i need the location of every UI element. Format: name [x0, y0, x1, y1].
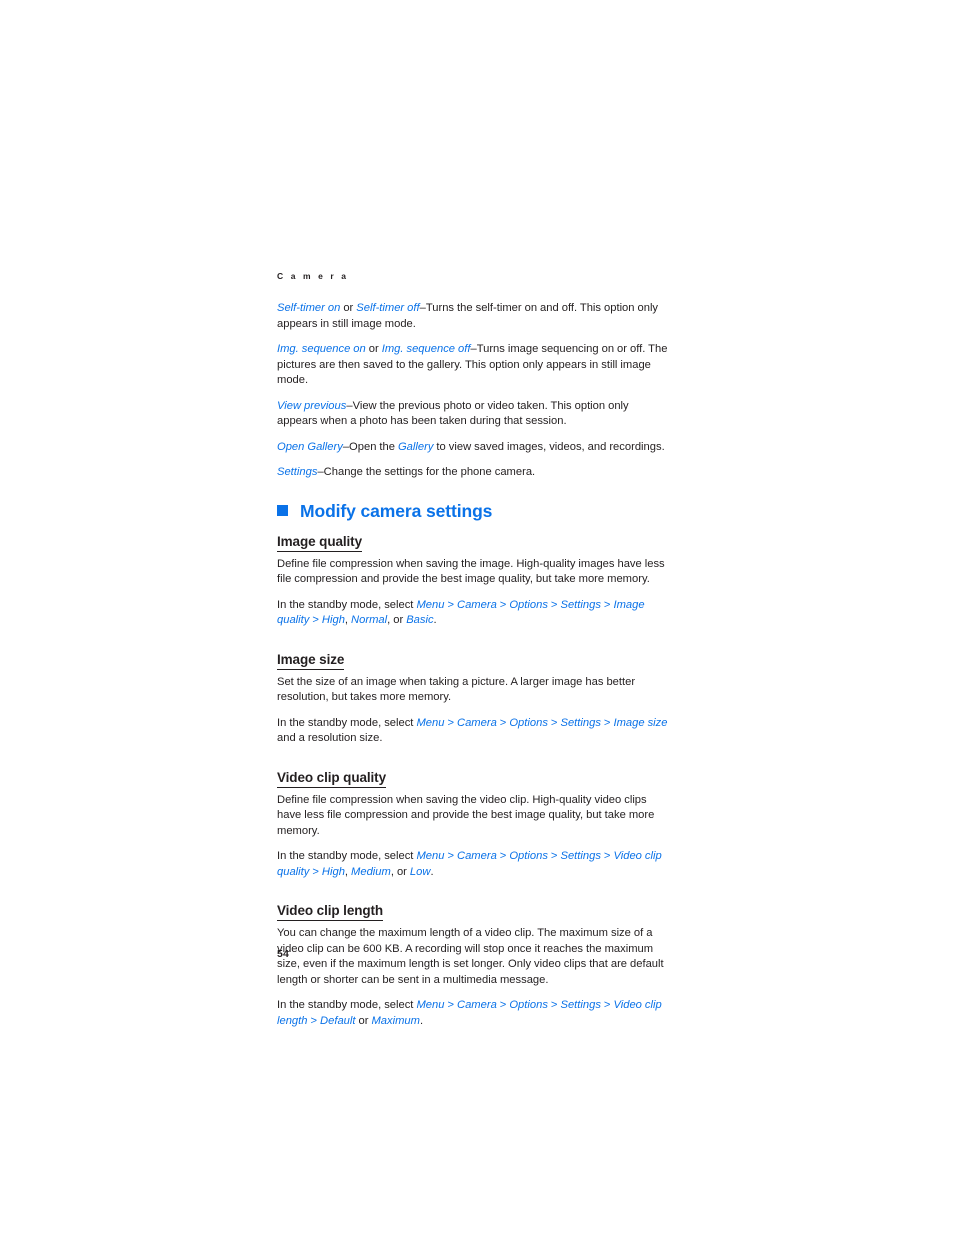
path-separator: > [309, 865, 322, 878]
option-term: Img. sequence off [381, 343, 471, 356]
path-step: Menu [416, 850, 445, 863]
path-step: Options [509, 598, 548, 611]
settings-section: Image quality Define file compression whe… [277, 530, 669, 629]
option-paragraph: Open Gallery–Open the Gallery to view sa… [277, 440, 665, 453]
path-step: Options [509, 716, 548, 729]
path-step: Settings [560, 850, 601, 863]
path-option: Normal [351, 614, 388, 627]
option-paragraph: Img. sequence on or Img. sequence off–Tu… [277, 343, 668, 387]
path-separator: > [496, 716, 510, 729]
navigation-path-image-quality: In the standby mode, select Menu > Camer… [277, 598, 645, 627]
path-separator: > [496, 598, 510, 611]
path-separator: > [496, 850, 510, 863]
square-bullet-icon [277, 504, 288, 516]
path-step: Options [509, 850, 548, 863]
path-separator: > [600, 716, 614, 729]
option-paragraph: View previous–View the previous photo or… [277, 399, 629, 428]
path-separator: > [309, 614, 322, 627]
path-option: High [321, 614, 345, 627]
path-option: High [321, 865, 345, 878]
path-separator: > [444, 598, 457, 611]
settings-section: Video clip length You can change the maxi… [277, 889, 669, 1029]
path-step: Camera [457, 598, 497, 611]
path-separator: > [600, 850, 614, 863]
path-step: Settings [560, 999, 601, 1012]
path-step: Camera [457, 716, 497, 729]
option-term: View previous [277, 399, 347, 412]
path-separator: > [600, 999, 614, 1012]
settings-section: Image size Set the size of an image when … [277, 638, 669, 747]
path-separator: > [444, 999, 457, 1012]
path-option: Low [409, 865, 431, 878]
path-step: Menu [416, 999, 445, 1012]
path-option: Maximum [371, 1014, 420, 1027]
page-content: C a m e r a Self-timer on or Self-timer … [277, 271, 669, 1038]
option-paragraph: Self-timer on or Self-timer off–Turns th… [277, 302, 659, 330]
path-step: Menu [416, 716, 445, 729]
subsection-body-video-clip-length: You can change the maximum length of a v… [277, 927, 664, 986]
path-separator: > [547, 850, 561, 863]
inline-ui-term: Gallery [397, 440, 434, 453]
path-step: Image size [613, 716, 668, 729]
settings-sections: Image quality Define file compression whe… [277, 530, 669, 1030]
subsection-title-video-clip-quality: Video clip quality [277, 770, 386, 788]
option-term: Self-timer on [277, 302, 341, 315]
option-term: Open Gallery [277, 440, 343, 453]
path-option: Default [320, 1014, 356, 1027]
running-header: C a m e r a [277, 271, 349, 281]
subsection-title-image-quality: Image quality [277, 534, 362, 552]
path-step: Settings [560, 716, 601, 729]
subsection-body-image-quality: Define file compression when saving the … [277, 557, 665, 586]
navigation-path-video-clip-quality: In the standby mode, select Menu > Camer… [277, 850, 662, 878]
path-option: Basic [406, 614, 434, 627]
navigation-path-video-clip-length: In the standby mode, select Menu > Camer… [277, 999, 662, 1027]
camera-options-list: Self-timer on or Self-timer off–Turns th… [277, 301, 669, 481]
subsection-body-video-clip-quality: Define file compression when saving the … [277, 793, 655, 837]
path-step: Settings [560, 598, 601, 611]
page-number: 54 [277, 948, 290, 960]
navigation-path-image-size: In the standby mode, select Menu > Camer… [277, 716, 668, 745]
option-term: Img. sequence on [277, 343, 366, 356]
path-step: Camera [457, 999, 497, 1012]
option-paragraph: Settings–Change the settings for the pho… [277, 466, 536, 479]
option-term: Settings [277, 466, 318, 479]
section-heading: Modify camera settings [277, 500, 669, 521]
path-step: Options [509, 999, 548, 1012]
path-separator: > [547, 716, 561, 729]
subsection-title-image-size: Image size [277, 652, 344, 670]
path-option: Medium [351, 865, 391, 878]
section-heading-label: Modify camera settings [300, 500, 493, 521]
path-separator: > [600, 598, 614, 611]
path-separator: > [444, 716, 457, 729]
settings-section: Video clip quality Define file compressio… [277, 756, 669, 881]
path-separator: > [547, 598, 561, 611]
subsection-body-image-size: Set the size of an image when taking a p… [277, 675, 636, 704]
path-step: Menu [416, 598, 445, 611]
document-page: C a m e r a Self-timer on or Self-timer … [0, 0, 954, 1235]
path-separator: > [307, 1014, 321, 1027]
path-step: Camera [457, 850, 497, 863]
path-separator: > [444, 850, 457, 863]
path-separator: > [496, 999, 510, 1012]
option-term: Self-timer off [356, 302, 420, 315]
subsection-title-video-clip-length: Video clip length [277, 903, 383, 922]
path-separator: > [547, 999, 561, 1012]
